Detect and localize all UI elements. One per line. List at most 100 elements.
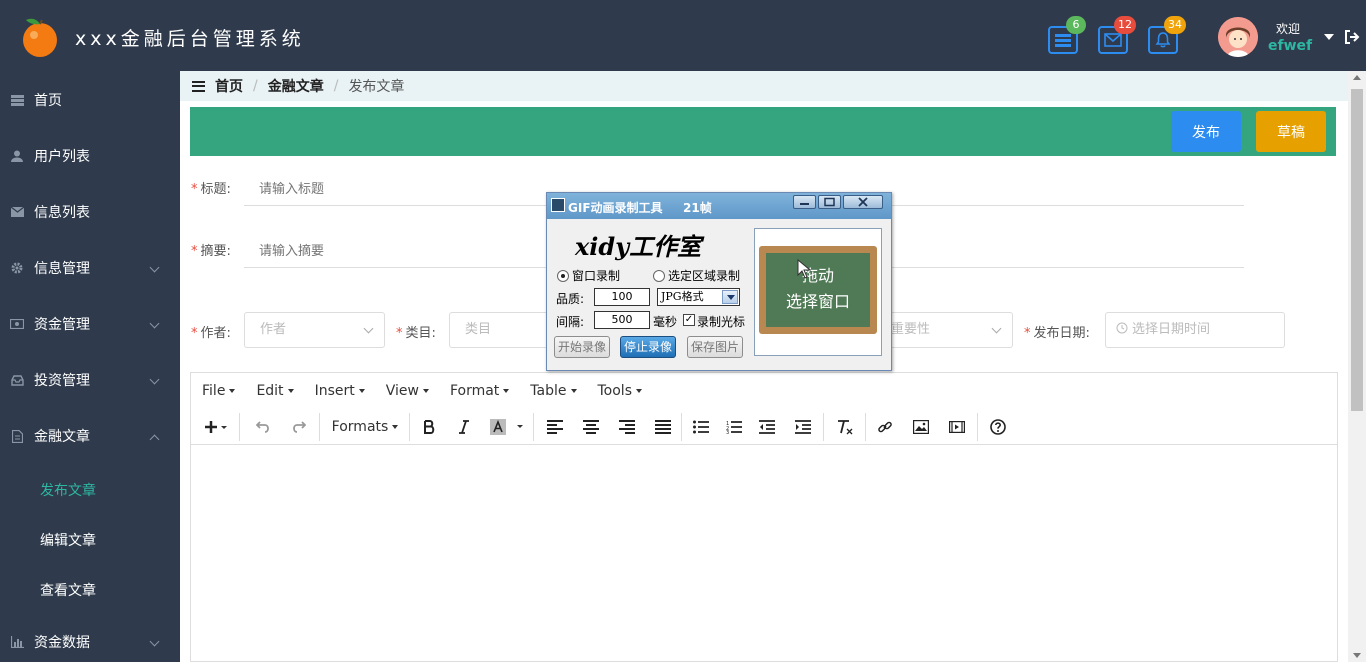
publish-button[interactable]: 发布 xyxy=(1171,111,1241,152)
mouse-cursor-icon xyxy=(797,259,811,279)
text-color-button[interactable] xyxy=(487,415,527,439)
editor-content-area[interactable] xyxy=(191,446,1337,662)
dropdown-arrow-icon xyxy=(722,290,738,304)
window-record-radio[interactable]: 窗口录制 xyxy=(557,267,620,284)
plus-icon xyxy=(205,421,227,433)
caret-down-icon xyxy=(392,425,399,429)
record-cursor-checkbox[interactable]: ✓ xyxy=(683,314,695,326)
italic-button[interactable] xyxy=(454,415,474,439)
drag-select-window-target[interactable]: 拖动 选择窗口 xyxy=(754,228,882,356)
stop-recording-button[interactable]: 停止录像 xyxy=(620,336,676,358)
scroll-thumb[interactable] xyxy=(1351,89,1363,411)
radio-selected-icon xyxy=(557,269,569,282)
rich-text-editor: File Edit Insert View Format Table Tools… xyxy=(190,372,1338,662)
redo-button[interactable] xyxy=(289,415,309,439)
outdent-button[interactable] xyxy=(757,415,777,439)
importance-select[interactable]: 重要性 xyxy=(875,312,1013,348)
sidebar-item-label: 金融文章 xyxy=(34,429,90,445)
interval-input[interactable]: 500 xyxy=(594,311,650,329)
maximize-button[interactable] xyxy=(818,195,841,209)
align-justify-button[interactable] xyxy=(653,415,673,439)
tasks-button[interactable]: 6 xyxy=(1048,16,1086,54)
region-record-radio[interactable]: 选定区域录制 xyxy=(653,267,740,284)
sidebar-item-finance-articles[interactable]: 金融文章 xyxy=(0,408,180,464)
bold-button[interactable] xyxy=(419,415,439,439)
sidebar-item-info-list[interactable]: 信息列表 xyxy=(0,184,180,240)
sidebar-item-users[interactable]: 用户列表 xyxy=(0,128,180,184)
bar-chart-icon xyxy=(10,636,24,648)
formats-dropdown[interactable]: Formats xyxy=(331,415,399,439)
bullet-list-button[interactable] xyxy=(691,415,711,439)
sidebar-subitem-view-article[interactable]: 查看文章 xyxy=(40,580,96,600)
sidebar-item-info-management[interactable]: 信息管理 xyxy=(0,240,180,296)
draft-button[interactable]: 草稿 xyxy=(1256,111,1326,152)
preview-line-1: 拖动 xyxy=(801,266,834,285)
sidebar-subitem-publish-article[interactable]: 发布文章 xyxy=(40,480,96,500)
format-select[interactable]: JPG格式 xyxy=(657,288,740,306)
author-select[interactable]: 作者 xyxy=(244,312,385,348)
caret-down-icon xyxy=(229,388,236,393)
user-menu-caret-icon[interactable] xyxy=(1324,34,1334,40)
align-left-button[interactable] xyxy=(545,415,565,439)
hamburger-icon[interactable] xyxy=(192,80,205,92)
breadcrumb-home[interactable]: 首页 xyxy=(215,76,243,96)
breadcrumb-section[interactable]: 金融文章 xyxy=(268,76,324,96)
numbered-list-button[interactable]: 123 xyxy=(724,415,744,439)
notifications-button[interactable]: 34 xyxy=(1148,16,1186,54)
menu-tools[interactable]: Tools xyxy=(598,383,642,399)
insert-plus-button[interactable] xyxy=(201,415,231,439)
page-scrollbar[interactable] xyxy=(1348,71,1366,662)
menu-format[interactable]: Format xyxy=(450,383,510,399)
menu-edit[interactable]: Edit xyxy=(256,383,294,399)
help-button[interactable] xyxy=(988,415,1008,439)
gif-recorder-titlebar[interactable]: GIF动画录制工具 21帧 xyxy=(547,193,891,219)
sidebar-item-home[interactable]: 首页 xyxy=(0,72,180,128)
sidebar-item-funds-data[interactable]: 资金数据 xyxy=(0,614,180,662)
envelope-icon xyxy=(10,206,24,218)
sidebar-item-funds-management[interactable]: 资金管理 xyxy=(0,296,180,352)
username[interactable]: efwef xyxy=(1268,38,1312,54)
money-icon xyxy=(10,318,24,330)
tasks-badge: 6 xyxy=(1066,16,1086,34)
avatar[interactable] xyxy=(1218,17,1258,57)
insert-image-button[interactable] xyxy=(911,415,931,439)
quality-label: 品质: xyxy=(556,292,585,306)
app-title: xxx金融后台管理系统 xyxy=(75,28,305,50)
sidebar-item-label: 用户列表 xyxy=(34,149,90,165)
menu-file[interactable]: File xyxy=(202,383,236,399)
clear-formatting-button[interactable] xyxy=(835,415,855,439)
menu-insert[interactable]: Insert xyxy=(315,383,365,399)
sidebar: 首页 用户列表 信息列表 信息管理 资金管理 投资管理 金融文章 发布文章 编辑… xyxy=(0,71,180,662)
welcome-text: 欢迎 xyxy=(1276,22,1301,36)
svg-text:3: 3 xyxy=(726,430,729,434)
gif-app-icon xyxy=(551,198,565,212)
top-header: xxx金融后台管理系统 6 12 34 欢迎 efwef xyxy=(0,0,1366,71)
scroll-up-arrow-icon[interactable] xyxy=(1353,75,1361,80)
document-icon xyxy=(10,429,24,443)
logout-icon[interactable] xyxy=(1344,29,1360,45)
italic-icon xyxy=(459,420,469,434)
sidebar-item-investment-management[interactable]: 投资管理 xyxy=(0,352,180,408)
inbox-icon xyxy=(10,374,24,386)
align-center-button[interactable] xyxy=(581,415,601,439)
sidebar-subitem-edit-article[interactable]: 编辑文章 xyxy=(40,530,96,550)
publish-date-picker[interactable]: 选择日期时间 xyxy=(1105,312,1285,348)
messages-button[interactable]: 12 xyxy=(1098,16,1136,54)
align-right-icon xyxy=(619,420,635,434)
indent-icon xyxy=(795,420,811,434)
chalkboard-image: 拖动 选择窗口 xyxy=(759,246,877,334)
insert-media-button[interactable] xyxy=(947,415,967,439)
menu-table[interactable]: Table xyxy=(530,383,577,399)
menu-view[interactable]: View xyxy=(386,383,429,399)
minimize-button[interactable] xyxy=(793,195,816,209)
close-button[interactable] xyxy=(843,195,883,209)
save-image-button[interactable]: 保存图片 xyxy=(687,336,743,358)
radio-unselected-icon xyxy=(653,269,665,282)
scroll-down-arrow-icon[interactable] xyxy=(1353,653,1361,658)
insert-link-button[interactable] xyxy=(875,415,895,439)
start-recording-button[interactable]: 开始录像 xyxy=(554,336,610,358)
quality-input[interactable]: 100 xyxy=(594,288,650,306)
indent-button[interactable] xyxy=(793,415,813,439)
undo-button[interactable] xyxy=(253,415,273,439)
align-right-button[interactable] xyxy=(617,415,637,439)
